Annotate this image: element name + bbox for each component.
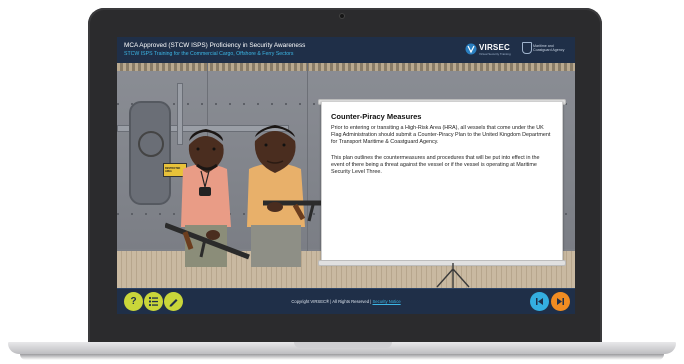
camera-icon — [339, 13, 345, 19]
security-notice-link[interactable]: Security Notice — [372, 299, 400, 304]
previous-button[interactable] — [530, 292, 549, 311]
board-paragraph: This plan outlines the countermeasures a… — [331, 155, 540, 176]
ship-scene: RESTRICTED AREA Counter-Piracy Measures … — [117, 63, 575, 288]
laptop-notch — [294, 342, 392, 348]
virsec-logo: VIRSEC Virtual Security Training — [465, 42, 517, 58]
copyright-prefix: Copyright VIRSEC® | All Rights Reserved … — [291, 299, 372, 304]
board-paragraph: Prior to entering or transiting a High-R… — [331, 125, 551, 146]
laptop-shadow — [20, 354, 664, 360]
virsec-logo-tagline: Virtual Security Training — [479, 52, 511, 56]
mca-crest-icon — [522, 42, 532, 54]
door-wheel-icon — [138, 131, 164, 157]
mca-logo: Maritime and Coastguard Agency — [522, 41, 572, 59]
virsec-mark-icon — [465, 43, 477, 55]
copyright-text: Copyright VIRSEC® | All Rights Reserved … — [117, 299, 575, 304]
board-heading: Counter-Piracy Measures — [331, 112, 422, 121]
course-footer: ? Copyright VIRSEC® | All Rights Reserve… — [117, 288, 575, 314]
course-subtitle: STCW ISPS Training for the Commercial Ca… — [124, 51, 294, 57]
mca-logo-text: Maritime and Coastguard Agency — [533, 44, 565, 53]
content-board: Counter-Piracy Measures Prior to enterin… — [321, 101, 563, 264]
easel-stand — [436, 263, 470, 288]
skip-forward-icon — [557, 298, 564, 305]
ceiling-strip — [117, 63, 575, 71]
course-title: MCA Approved (STCW ISPS) Proficiency in … — [124, 42, 306, 49]
next-button[interactable] — [551, 292, 570, 311]
skip-back-icon — [536, 298, 543, 305]
course-header: MCA Approved (STCW ISPS) Proficiency in … — [117, 37, 575, 64]
course-screen: MCA Approved (STCW ISPS) Proficiency in … — [117, 37, 575, 314]
virsec-logo-text: VIRSEC — [479, 43, 510, 52]
